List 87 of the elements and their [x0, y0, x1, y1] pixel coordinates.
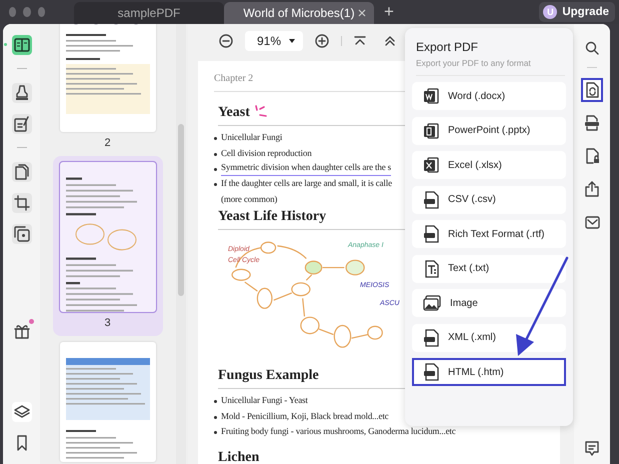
export-format-button[interactable]: Excel (.xlsx) — [412, 151, 566, 179]
bullet-icon — [214, 431, 217, 434]
close-icon[interactable] — [358, 9, 366, 17]
xml-file-icon — [423, 328, 439, 346]
caret-icon — [289, 39, 296, 43]
bullet-icon — [214, 168, 217, 171]
image-icon — [423, 295, 441, 311]
export-format-button[interactable]: Word (.docx) — [412, 82, 566, 110]
share-icon — [585, 181, 599, 197]
chapter-label: Chapter 2 — [214, 73, 254, 84]
section-heading: Yeast Life History — [218, 209, 326, 225]
window-close-dot[interactable] — [9, 7, 16, 17]
zoom-out-icon[interactable] — [219, 34, 233, 48]
bullet-icon — [214, 400, 217, 403]
mail-icon — [584, 216, 600, 228]
bullet-text: Mold - Penicillium, Koji, Black bread mold...etc — [221, 410, 389, 423]
avatar-circle: U — [543, 5, 558, 19]
search-icon — [585, 41, 599, 55]
first-page-icon[interactable] — [354, 36, 366, 46]
excel-file-icon — [423, 156, 439, 174]
organize-tool-button[interactable] — [12, 162, 32, 182]
bullet-text: Cell division reproduction — [221, 146, 312, 160]
export-button[interactable] — [581, 78, 603, 102]
reader-tool-button[interactable] — [12, 35, 32, 55]
bullet-icon — [214, 416, 217, 418]
rtf-file-icon — [423, 225, 439, 243]
gift-tool-button[interactable] — [12, 321, 32, 341]
upgrade-button[interactable]: U Upgrade — [539, 2, 615, 22]
bookmark-icon — [16, 435, 28, 451]
bullet-icon — [214, 137, 217, 140]
crop-tool-button[interactable] — [12, 193, 32, 213]
panel-subtitle: Export your PDF to any format — [416, 58, 565, 76]
sparkle-icon — [254, 105, 268, 119]
previous-page-icon[interactable] — [384, 36, 396, 46]
bullet-text: (more common) — [221, 192, 278, 206]
book-icon — [14, 38, 30, 52]
window-minimize-dot[interactable] — [23, 7, 31, 17]
crop-icon — [14, 195, 30, 211]
text-file-icon — [423, 260, 439, 278]
section-heading: Lichen — [218, 450, 260, 464]
notification-dot — [28, 319, 34, 324]
bullet-text: Fruiting body fungi - various mushrooms, Ganoderma lucidum...etc — [221, 425, 456, 438]
pdf-file-icon — [584, 115, 600, 131]
scrollbar-thumb[interactable] — [178, 124, 184, 296]
export-format-button[interactable]: Image — [412, 289, 566, 317]
export-format-button[interactable]: HTML (.htm) — [412, 358, 566, 386]
page-number: 2 — [104, 137, 111, 150]
html-file-icon — [423, 363, 439, 381]
bullet-text: Unicellular Fungi - Yeast — [221, 394, 308, 407]
page-thumbnail-card[interactable]: 3 — [52, 156, 162, 336]
section-heading: Fungus Example — [218, 368, 319, 384]
file-convert-icon — [586, 82, 598, 98]
pages-icon — [14, 164, 29, 180]
duplicate-tool-button[interactable] — [12, 224, 32, 244]
bullet-text: Symmetric division when daughter cells are the s — [221, 161, 392, 176]
export-format-button[interactable]: PowerPoint (.pptx) — [412, 116, 566, 144]
new-tab-button[interactable]: + — [374, 2, 404, 22]
export-format-button[interactable]: Rich Text Format (.rtf) — [412, 220, 566, 248]
highlighter-tool-button[interactable] — [12, 83, 32, 103]
bullet-text: If the daughter cells are large and small, it is calle — [221, 177, 392, 190]
document-tab[interactable]: samplePDF — [74, 2, 224, 24]
page-thumbnail-card[interactable]: 2 — [52, 24, 162, 156]
bullet-icon — [214, 152, 217, 156]
export-format-button[interactable]: Text (.txt) — [412, 254, 566, 282]
window-zoom-dot[interactable] — [38, 7, 45, 17]
bullet-icon — [214, 183, 217, 186]
comment-icon — [585, 440, 599, 456]
document-tab[interactable]: World of Microbes(1) — [224, 2, 374, 24]
edit-tool-button[interactable] — [12, 114, 32, 134]
zoom-dropdown[interactable]: 91% — [245, 31, 304, 51]
panel-title: Export PDF — [416, 40, 480, 55]
export-format-button[interactable]: CSV (.csv) — [412, 186, 566, 214]
layers-icon — [14, 404, 30, 420]
page-number: 3 — [104, 317, 111, 330]
layers-tool-button[interactable] — [12, 402, 32, 422]
bullet-text: Unicellular Fungi — [221, 131, 282, 144]
zoom-in-icon[interactable] — [315, 34, 330, 48]
file-lock-icon — [586, 148, 598, 164]
highlighter-icon — [14, 85, 28, 101]
section-heading: Yeast — [218, 105, 250, 121]
export-format-button[interactable]: XML (.xml) — [412, 324, 566, 352]
edit-icon — [14, 116, 29, 132]
powerpoint-file-icon — [423, 122, 439, 140]
csv-file-icon — [423, 190, 439, 208]
gift-icon — [14, 323, 30, 339]
word-file-icon — [423, 87, 439, 105]
copy-icon — [14, 226, 30, 242]
